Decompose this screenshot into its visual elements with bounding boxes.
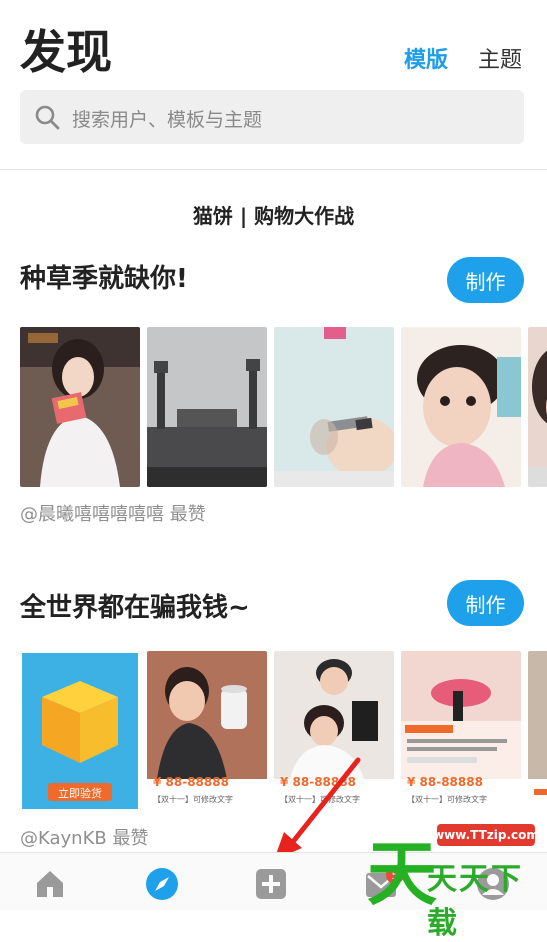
top-credit[interactable]: @晨曦嘻嘻嘻嘻嘻 最赞 <box>20 500 206 526</box>
search-bar[interactable]: 搜索用户、模板与主题 <box>20 90 524 144</box>
watermark-logo: 天 www.TTzip.com 天天下载 <box>367 818 539 941</box>
template-row <box>20 327 547 487</box>
arrow-annotation <box>274 757 361 860</box>
template-thumb-lips-product[interactable]: ¥ 88-88888 【双十一】可修改文字 <box>401 651 521 811</box>
check-goods-label: 立即验货 <box>58 787 102 800</box>
template-thumb-lipstick-hand[interactable] <box>274 327 394 487</box>
caption-label: 【双十一】可修改文字 <box>407 795 487 804</box>
tab-templates[interactable]: 模版 <box>404 42 448 74</box>
create-icon[interactable] <box>254 867 288 901</box>
divider <box>0 169 547 170</box>
discover-icon[interactable] <box>145 867 179 901</box>
search-icon <box>35 105 60 130</box>
template-thumb-tv-tower-city[interactable] <box>147 327 267 487</box>
page-title: 发现 <box>20 25 112 79</box>
price-label: ¥ 88-88888 <box>407 775 483 789</box>
template-thumb-partial[interactable] <box>528 327 547 487</box>
make-button[interactable]: 制作 <box>447 257 524 303</box>
template-thumb-yellow-box[interactable]: 立即验货 <box>20 651 140 811</box>
caption-label: 【双十一】可修改文字 <box>153 795 233 804</box>
home-icon[interactable] <box>33 867 67 901</box>
template-thumb-girl-white-dress[interactable] <box>20 327 140 487</box>
template-thumb-baby-face[interactable] <box>401 327 521 487</box>
price-label: ¥ 88-88888 <box>153 775 229 789</box>
make-button[interactable]: 制作 <box>447 580 524 626</box>
watermark-text: 天天下载 <box>427 862 523 941</box>
search-input[interactable]: 搜索用户、模板与主题 <box>72 105 262 132</box>
watermark-url: www.TTzip.com <box>433 824 539 846</box>
template-thumb-toddler-cup[interactable]: ¥ 88-88888 【双十一】可修改文字 <box>147 651 267 811</box>
template-thumb-partial[interactable] <box>528 651 547 811</box>
tab-themes[interactable]: 主题 <box>478 42 522 74</box>
top-credit[interactable]: @KaynKB 最赞 <box>20 824 148 850</box>
section-title: 种草季就缺你! <box>20 264 188 294</box>
topic-banner[interactable]: 猫饼 | 购物大作战 <box>0 200 547 229</box>
section-title: 全世界都在骗我钱~ <box>20 593 250 623</box>
